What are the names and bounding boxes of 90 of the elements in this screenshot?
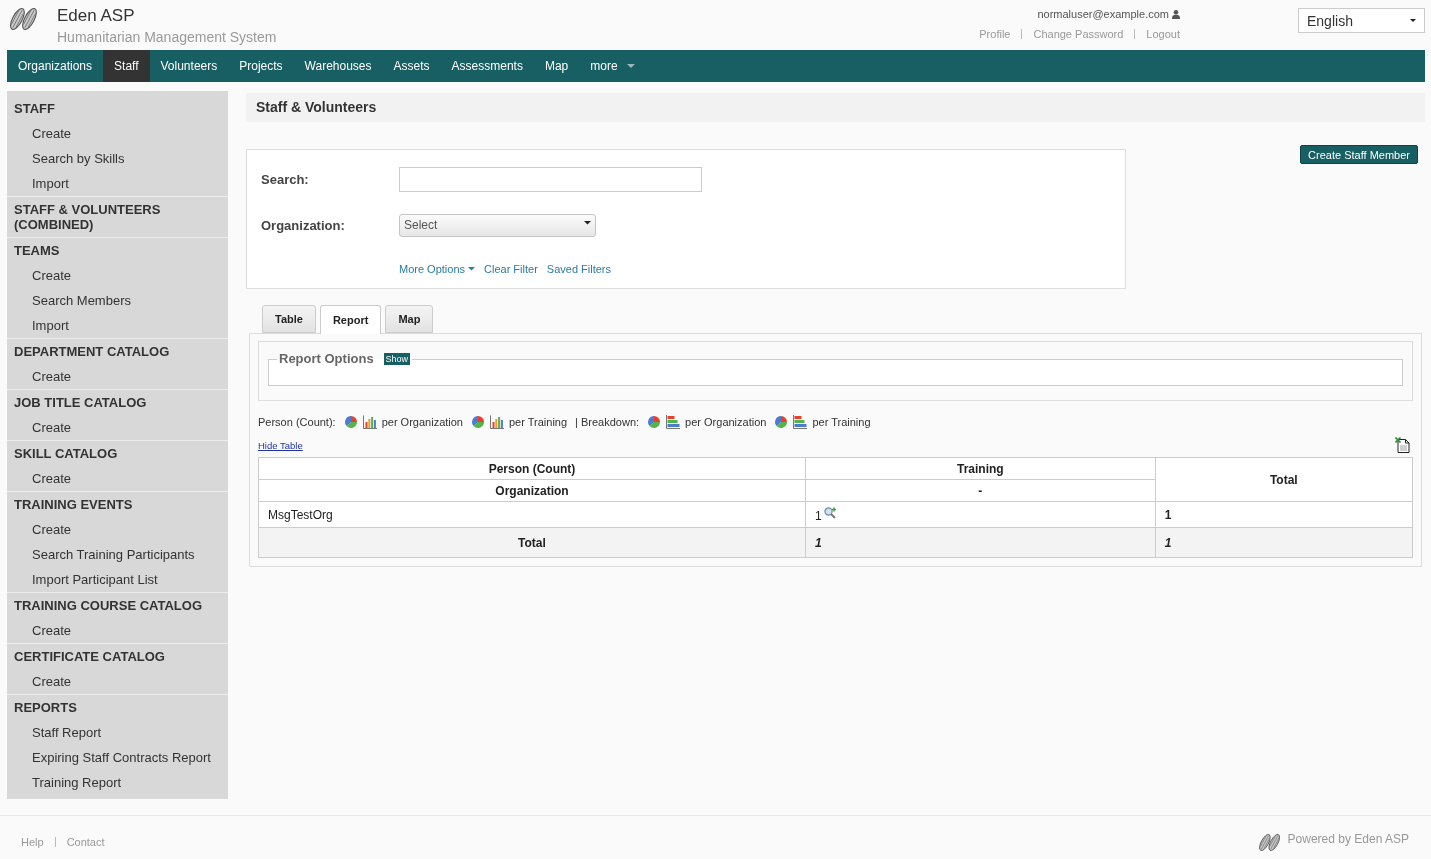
column-header: - [805, 479, 1156, 502]
sidebar-item[interactable]: Search Training Participants [7, 542, 228, 567]
field-label: Search: [261, 172, 310, 187]
chart-option-label: per Training [509, 415, 568, 429]
powered-by-text: Powered by Eden ASP [1287, 831, 1409, 846]
tab[interactable]: Report [319, 305, 382, 334]
nav-tab[interactable]: Warehouses [293, 50, 383, 82]
app-title: Eden ASP [57, 5, 135, 27]
caret-icon [1410, 19, 1416, 22]
sidebar-heading[interactable]: TRAINING COURSE CATALOG [7, 593, 228, 618]
chart-option-label: per Training [812, 415, 871, 429]
sidebar-heading[interactable]: STAFF & VOLUNTEERS (COMBINED) [7, 197, 228, 237]
logo-icon [8, 8, 40, 30]
filter-link[interactable]: Saved Filters [546, 263, 612, 275]
nav-tab[interactable]: Map [533, 50, 580, 82]
sidebar-item[interactable]: Import [7, 171, 228, 196]
chart-option-label: per Organization [381, 415, 463, 429]
sidebar-heading[interactable]: CERTIFICATE CATALOG [7, 644, 228, 669]
sidebar-item[interactable]: Search by Skills [7, 146, 228, 171]
sidebar-heading[interactable]: STAFF [7, 96, 228, 121]
tab[interactable]: Table [262, 305, 316, 333]
sidebar-item[interactable]: Expiring Staff Contracts Report [7, 745, 228, 770]
field-label: Organization: [261, 218, 346, 233]
user-email: normaluser@example.com [1037, 7, 1169, 21]
sidebar-heading[interactable]: DEPARTMENT CATALOG [7, 339, 228, 364]
sidebar-heading[interactable]: JOB TITLE CATALOG [7, 390, 228, 415]
nav-tab[interactable]: Organizations [7, 50, 104, 82]
caret-icon [584, 221, 591, 225]
zoom-in-icon[interactable] [823, 507, 836, 519]
show-button[interactable]: Show [383, 353, 411, 365]
filter-link[interactable]: More Options [399, 263, 476, 275]
table-cell: Total [258, 527, 806, 558]
sidebar-heading[interactable]: TRAINING EVENTS [7, 492, 228, 517]
table-cell: 1 [805, 527, 1156, 558]
table-cell: 1 [1155, 501, 1413, 528]
column-header: Person (Count) [258, 457, 806, 480]
chart-option-label: Person (Count): [258, 415, 336, 429]
column-header: Total [1155, 457, 1413, 502]
sidebar-item[interactable]: Search Members [7, 288, 228, 313]
page-title: Staff & Volunteers [246, 93, 1425, 122]
stacked-bar-chart-icon[interactable] [793, 415, 808, 429]
sidebar-item[interactable]: Create [7, 364, 228, 389]
chart-option-label: | Breakdown: [575, 415, 640, 429]
sidebar-item[interactable]: Create [7, 618, 228, 643]
caret-icon [468, 267, 476, 271]
table-cell: MsgTestOrg [258, 501, 806, 528]
pie-chart-icon[interactable] [647, 415, 662, 429]
pie-chart-icon[interactable] [471, 415, 485, 429]
caret-icon [626, 64, 635, 68]
sidebar-item[interactable]: Import [7, 313, 228, 338]
hide-table-link[interactable]: Hide Table [258, 439, 303, 451]
sidebar-item[interactable]: Create [7, 517, 228, 542]
document-icon[interactable] [1395, 437, 1410, 453]
nav-tab[interactable]: Projects [228, 50, 294, 82]
pie-chart-icon[interactable] [343, 415, 358, 429]
cell-value: 1 [815, 508, 822, 523]
sidebar-item[interactable]: Import Participant List [7, 567, 228, 592]
sidebar-item[interactable]: Create [7, 121, 228, 146]
sidebar-item[interactable]: Create [7, 466, 228, 491]
sidebar-heading[interactable]: REPORTS [7, 695, 228, 720]
column-header: Training [805, 457, 1156, 480]
sidebar-item[interactable]: Create [7, 263, 228, 288]
tab[interactable]: Map [385, 305, 434, 333]
app-subtitle: Humanitarian Management System [57, 28, 277, 47]
create-button[interactable]: Create Staff Member [1300, 145, 1418, 164]
sidebar-item[interactable]: Training Report [7, 770, 228, 795]
language-select[interactable]: English [1298, 8, 1425, 33]
nav-tab[interactable]: Volunteers [149, 50, 229, 82]
stacked-bar-chart-icon[interactable] [666, 415, 681, 429]
column-header: Organization [258, 479, 806, 502]
search-field[interactable] [399, 167, 702, 192]
nav-tab[interactable]: Staff [103, 50, 150, 82]
bar-chart-icon[interactable] [362, 415, 377, 429]
fieldset-legend: Report Options [279, 351, 374, 367]
bar-chart-icon[interactable] [490, 415, 504, 429]
chart-option-label: per Organization [685, 415, 767, 429]
sidebar-item[interactable]: Staff Report [7, 720, 228, 745]
organization-select[interactable]: Select [399, 214, 596, 237]
logo-icon [1257, 834, 1282, 851]
sidebar-item[interactable]: Create [7, 415, 228, 440]
table-cell: 1 [1155, 527, 1413, 558]
sidebar-heading[interactable]: SKILL CATALOG [7, 441, 228, 466]
nav-tab[interactable]: more [579, 50, 646, 82]
nav-tab[interactable]: Assessments [440, 50, 534, 82]
sidebar-heading[interactable]: TEAMS [7, 238, 228, 263]
user-icon [1172, 9, 1180, 19]
filter-link[interactable]: Clear Filter [484, 263, 538, 275]
nav-tab[interactable]: Assets [382, 50, 441, 82]
sidebar-item[interactable]: Create [7, 669, 228, 694]
pie-chart-icon[interactable] [774, 415, 789, 429]
